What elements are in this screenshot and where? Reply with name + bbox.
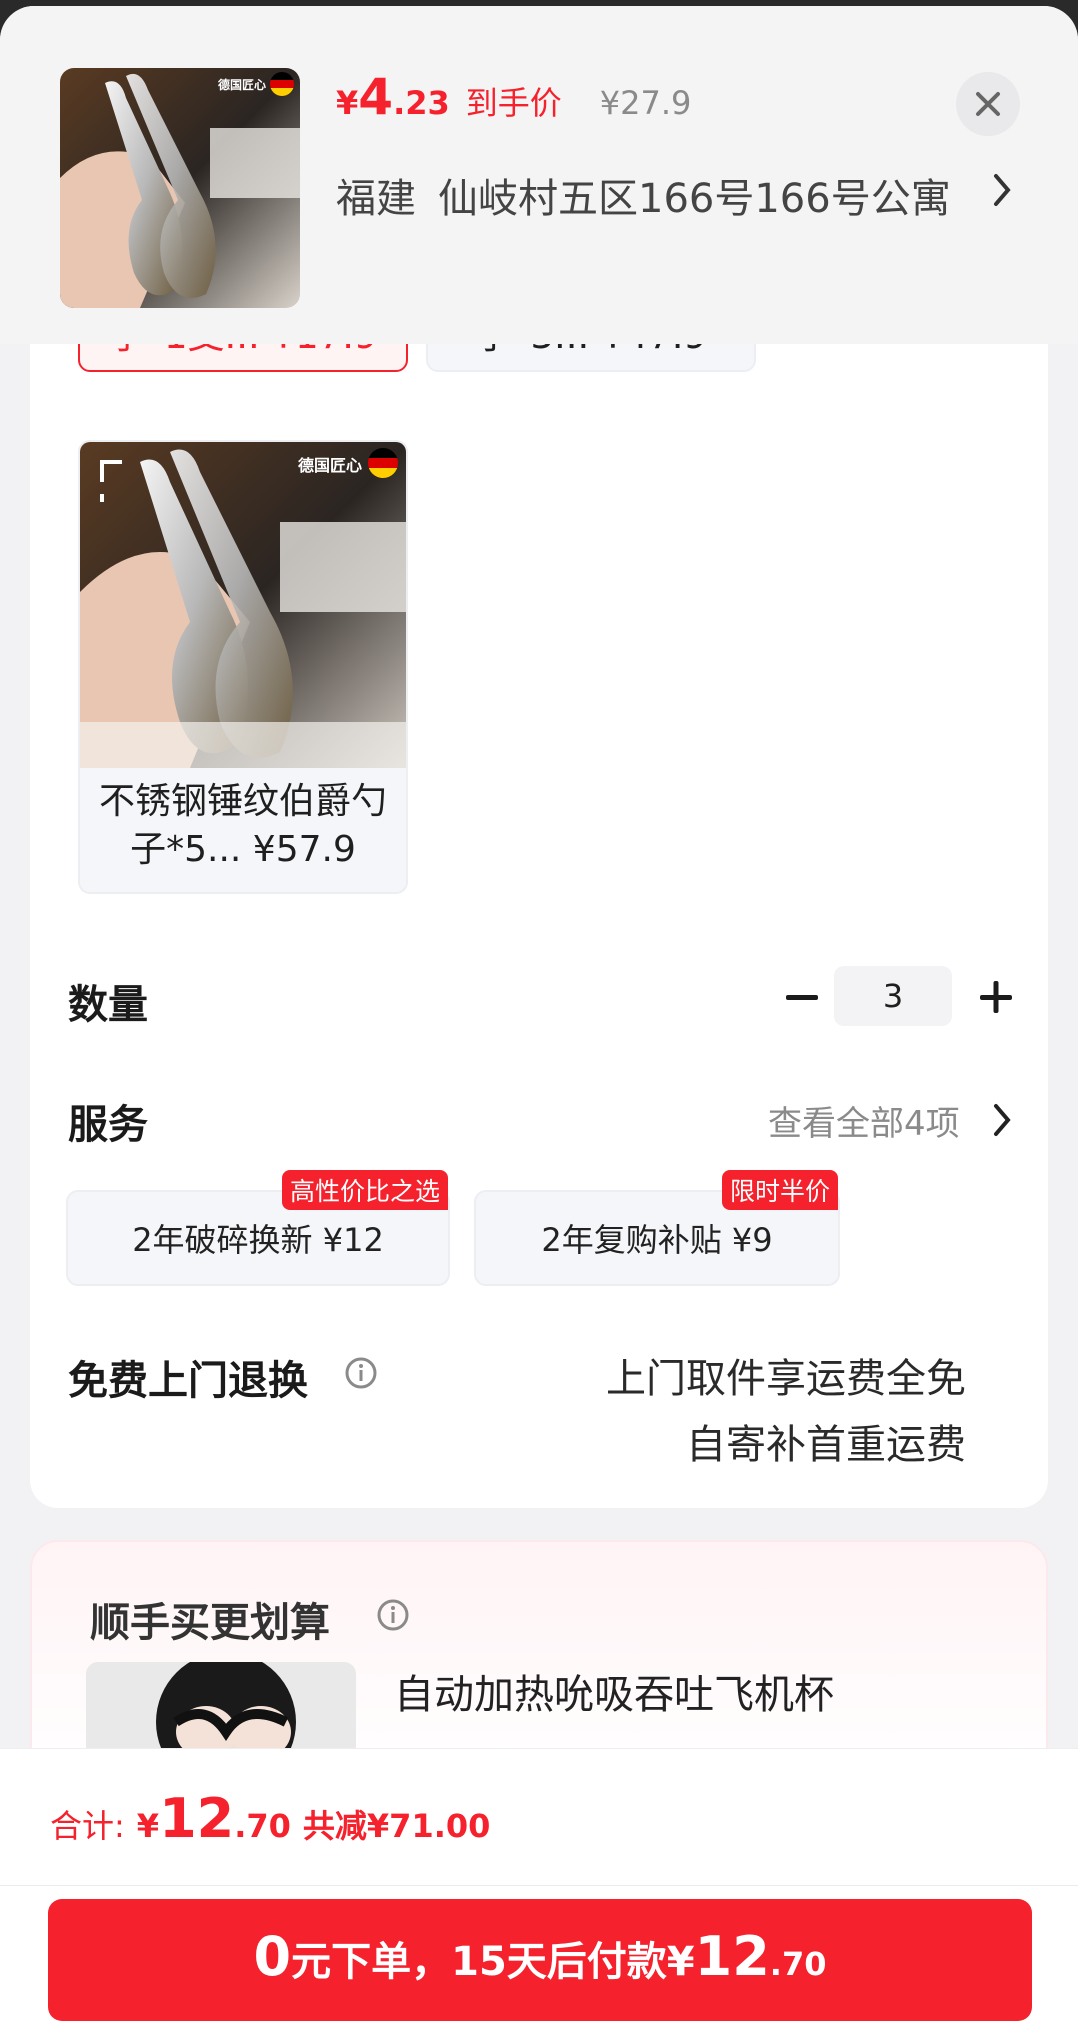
sku-selector-sheet: 子*1支... ¥17.9 子*3... ¥47.9	[0, 6, 1078, 2033]
bundle-title: 顺手买更划算	[90, 1600, 330, 1646]
close-icon	[976, 92, 1000, 116]
sku-option-label: 不锈钢锤纹伯爵勺	[98, 781, 387, 822]
brand-flag-text: 德国匠心	[217, 78, 266, 92]
divider	[0, 1885, 1078, 1886]
service-option-breakage[interactable]: 高性价比之选 2年破碎换新 ¥12	[66, 1170, 450, 1286]
increase-quantity-button[interactable]	[974, 975, 1018, 1019]
sku-option-label: 子*5... ¥57.9	[130, 829, 356, 870]
address-province: 福建	[336, 176, 416, 222]
sku-product-image: 德国匠心	[80, 442, 406, 768]
spoon-photo	[60, 68, 300, 308]
service-badge: 限时半价	[721, 1170, 838, 1210]
service-badge: 高性价比之选	[281, 1170, 448, 1210]
service-option-repurchase[interactable]: 限时半价 2年复购补贴 ¥9	[474, 1170, 840, 1286]
quantity-input[interactable]: 3	[834, 966, 952, 1026]
pay-prefix: 0	[253, 1925, 292, 1988]
price-integer: 4	[358, 68, 394, 126]
original-price: ¥27.9	[599, 84, 692, 122]
pay-integer: 12	[694, 1925, 770, 1988]
chevron-right-icon[interactable]	[990, 170, 1014, 210]
total-label: 合计:	[50, 1807, 125, 1845]
brand-flag-text: 德国匠心	[297, 456, 362, 475]
service-label: 服务	[68, 1102, 148, 1148]
product-thumbnail[interactable]: 德国匠心	[60, 68, 300, 308]
sku-option-3[interactable]: 德国匠心 不锈钢锤纹伯爵勺 子*5... ¥57.9	[78, 440, 408, 894]
price-row: ¥ 4 .23 到手价 ¥27.9	[336, 68, 691, 138]
pay-decimal: .70	[769, 1945, 827, 1983]
minus-icon	[786, 995, 818, 1000]
final-price-tag: 到手价	[465, 84, 562, 122]
address-detail: 仙岐村五区166号166号公寓	[438, 176, 951, 222]
sku-card: 子*1支... ¥17.9 子*3... ¥47.9	[30, 266, 1048, 1508]
total-decimal: .70	[234, 1807, 291, 1845]
info-icon[interactable]	[344, 1356, 378, 1390]
total-currency: ¥	[136, 1807, 160, 1845]
sheet-header: 德国匠心 ¥ 4 .23 到手价 ¥27.9 福建 仙岐村五区166号166号公…	[0, 6, 1078, 344]
free-return-label: 免费上门退换	[68, 1358, 308, 1404]
plus-icon	[980, 981, 1012, 1013]
service-option-label: 2年复购补贴 ¥9	[541, 1221, 773, 1259]
free-return-line1: 上门取件享运费全免	[606, 1356, 966, 1402]
price-currency: ¥	[336, 84, 359, 122]
checkout-footer: 合计: ¥ 12 .70 共减¥71.00 0 元下单， 15 天后付款¥ 12…	[0, 1748, 1078, 2033]
delivery-address[interactable]: 福建 仙岐村五区166号166号公寓	[336, 166, 951, 224]
info-icon[interactable]	[376, 1598, 410, 1632]
free-return-line2: 自寄补首重运费	[686, 1422, 966, 1468]
quantity-label: 数量	[68, 982, 148, 1028]
decrease-quantity-button[interactable]	[780, 975, 824, 1019]
pay-middle-text: 元下单，	[291, 1939, 452, 1985]
price-decimal: .23	[393, 84, 450, 122]
chevron-right-icon[interactable]	[990, 1100, 1014, 1140]
service-option-label: 2年破碎换新 ¥12	[132, 1221, 384, 1259]
order-total: 合计: ¥ 12 .70 共减¥71.00	[50, 1787, 490, 1850]
total-discount: 共减¥71.00	[302, 1807, 491, 1845]
pay-after-text: 天后付款¥	[506, 1939, 695, 1985]
bundle-product-name[interactable]: 自动加热吮吸吞吐飞机杯	[394, 1662, 834, 1720]
total-integer: 12	[159, 1787, 235, 1850]
close-button[interactable]	[956, 72, 1020, 136]
germany-flag-icon	[270, 72, 294, 96]
spoon-photo	[80, 442, 406, 768]
pay-days: 15	[451, 1939, 507, 1985]
germany-flag-icon	[368, 448, 398, 478]
see-all-services-link[interactable]: 查看全部4项	[768, 1096, 960, 1145]
pay-later-order-button[interactable]: 0 元下单， 15 天后付款¥ 12 .70	[48, 1899, 1032, 2021]
